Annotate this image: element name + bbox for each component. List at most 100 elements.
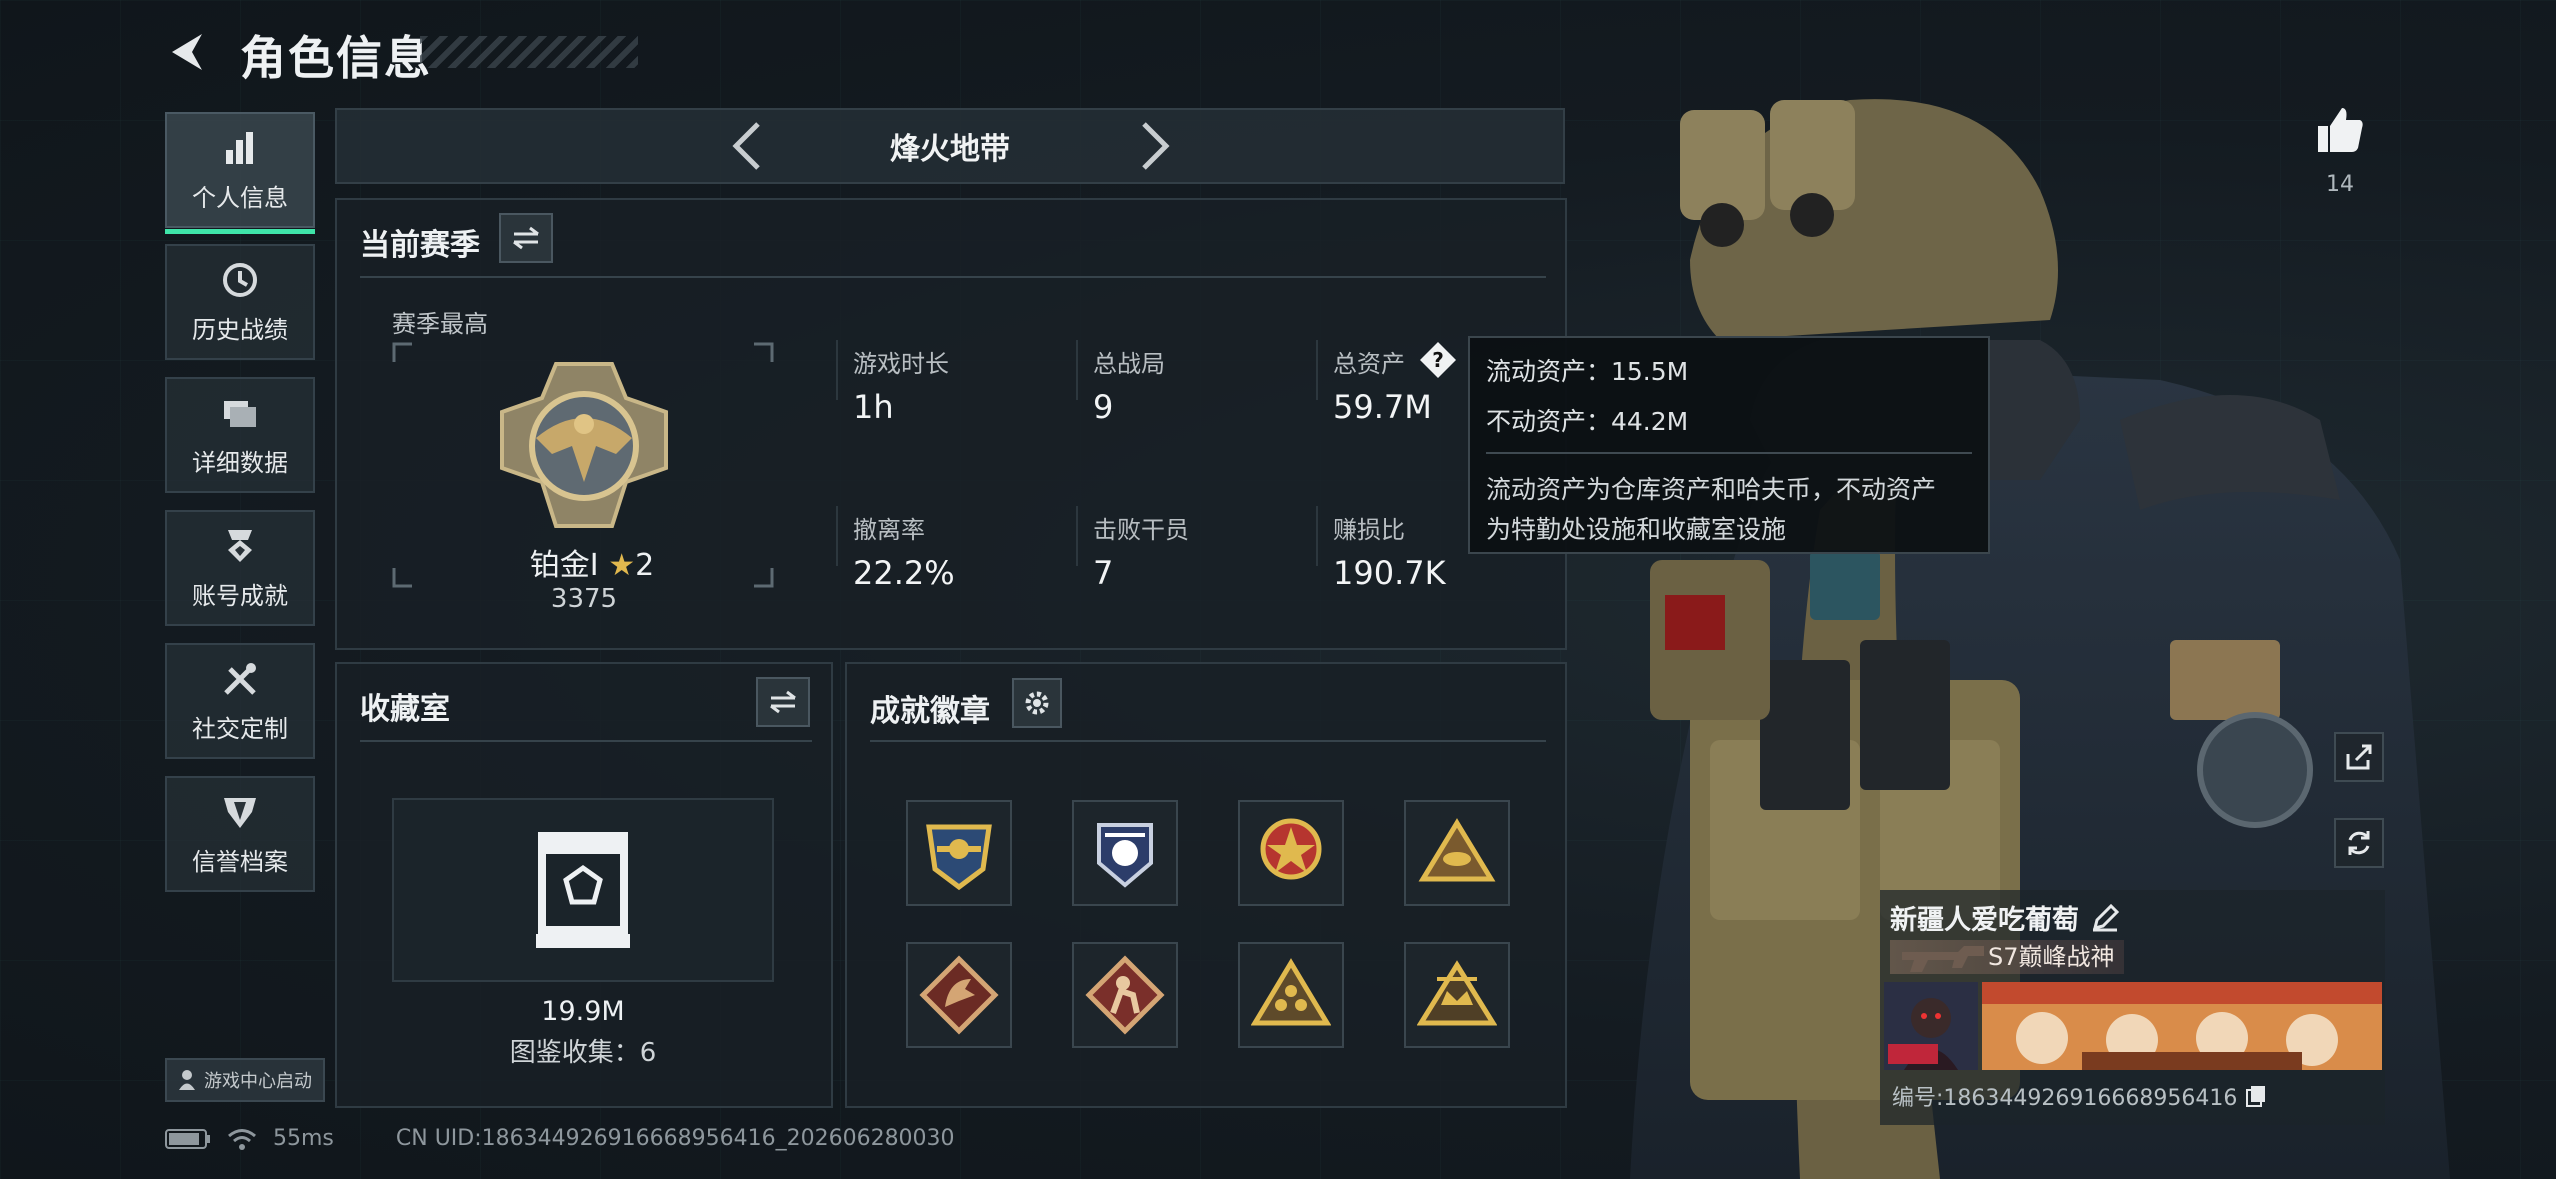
player-id: 编号:18634492691666895641​6	[1892, 1086, 2238, 1111]
display-case-icon	[536, 832, 630, 948]
achievement-badge[interactable]	[1404, 800, 1510, 906]
sidebar-item-credit-record[interactable]: 信誉档案	[165, 776, 315, 892]
history-clock-icon	[223, 262, 257, 297]
refresh-button[interactable]	[2334, 818, 2384, 868]
chevron-left-icon[interactable]	[724, 118, 772, 174]
banner-strip[interactable]	[1884, 982, 2384, 1070]
share-icon	[2346, 744, 2372, 770]
divider	[836, 506, 838, 566]
ping-value: 55ms	[273, 1126, 334, 1151]
gear-icon	[1025, 691, 1049, 715]
stat-label-extraction-rate: 撤离率	[853, 516, 925, 544]
star-emblem-icon	[1260, 818, 1322, 880]
sidebar-item-label: 个人信息	[192, 183, 288, 212]
avatar[interactable]	[1884, 982, 1978, 1070]
sidebar-item-label: 社交定制	[192, 714, 288, 743]
triangle-crown-icon	[1417, 960, 1497, 1026]
achievements-title: 成就徽章	[870, 694, 990, 729]
player-id-row: 编号:18634492691666895641​6	[1892, 1080, 2267, 1112]
achievement-badge[interactable]	[1238, 942, 1344, 1048]
season-switch-button[interactable]	[499, 213, 553, 263]
divider	[870, 740, 1546, 742]
achievement-badge[interactable]	[906, 942, 1012, 1048]
divider	[1076, 506, 1078, 566]
player-title-text: S7巅峰战神	[1988, 943, 2115, 971]
achievement-settings-button[interactable]	[1012, 678, 1062, 728]
stat-label-total-assets: 总资产	[1333, 350, 1405, 378]
person-icon	[179, 1070, 195, 1090]
tooltip-description-line-1: 流动资产为仓库资产和哈夫币，不动资产	[1486, 475, 1937, 504]
copy-icon[interactable]	[2245, 1084, 2267, 1108]
page-title: 角色信息	[240, 31, 432, 85]
stat-value-operators-defeated: 7	[1093, 554, 1114, 592]
collection-switch-button[interactable]	[756, 677, 810, 727]
achievement-badge[interactable]	[1072, 800, 1178, 906]
eagle-badge-icon	[926, 824, 992, 891]
divider	[1316, 340, 1318, 400]
sidebar-item-label: 历史战绩	[192, 315, 288, 344]
shield-wing-icon	[224, 797, 256, 828]
back-arrow-icon[interactable]	[162, 28, 210, 76]
achievement-badge[interactable]	[1072, 942, 1178, 1048]
achievement-badge[interactable]	[906, 800, 1012, 906]
weapon-icon	[1902, 946, 1984, 972]
sidebar-item-personal-info[interactable]: 个人信息	[165, 112, 315, 234]
help-question-icon[interactable]: ?	[1418, 340, 1458, 380]
mode-title: 烽火地带	[890, 132, 1010, 167]
sidebar-item-achievements[interactable]: 账号成就	[165, 510, 315, 626]
divider	[1316, 506, 1318, 566]
wifi-icon	[228, 1128, 256, 1150]
title-decoration	[420, 36, 638, 68]
sidebar-item-history[interactable]: 历史战绩	[165, 244, 315, 360]
season-title: 当前赛季	[360, 228, 480, 263]
collection-title: 收藏室	[360, 692, 450, 727]
rank-label: 铂金I ★2	[512, 540, 672, 584]
stat-label-profit-loss-ratio: 赚损比	[1333, 516, 1405, 544]
chevron-right-icon[interactable]	[1130, 118, 1178, 174]
uid-text: CN UID:18634492691666895641​6_2026062800…	[395, 1126, 955, 1151]
sidebar-item-label: 详细数据	[192, 448, 288, 477]
rank-name: 铂金I	[529, 548, 599, 583]
divider	[1486, 452, 1972, 454]
swap-icon	[770, 690, 796, 714]
stat-value-profit-loss-ratio: 190.7K	[1333, 554, 1446, 592]
sidebar-item-label: 账号成就	[192, 581, 288, 610]
triangle-eye-icon	[1418, 818, 1496, 882]
sidebar-item-social-custom[interactable]: 社交定制	[165, 643, 315, 759]
player-nickname-row: 新疆人爱吃葡萄	[1890, 898, 2119, 937]
like-count: 14	[2326, 172, 2354, 197]
divider	[1076, 340, 1078, 400]
thumbs-up-icon[interactable]	[2314, 104, 2366, 156]
bar-chart-icon	[226, 131, 253, 164]
rank-stars: 2	[635, 548, 655, 583]
stat-value-total-assets: 59.7M	[1333, 388, 1432, 426]
tools-icon	[224, 662, 256, 695]
share-button[interactable]	[2334, 732, 2384, 782]
tooltip-description-line-2: 为特勤处设施和收藏室设施	[1486, 515, 1787, 544]
folder-stack-icon	[224, 400, 256, 427]
edit-pencil-icon[interactable]	[2091, 903, 2119, 932]
achievement-badge[interactable]	[1404, 942, 1510, 1048]
player-nickname: 新疆人爱吃葡萄	[1890, 905, 2079, 936]
battery-icon	[165, 1128, 210, 1149]
status-bar: 55ms CN UID:18634492691666895641​6_20260…	[165, 1126, 955, 1151]
achievement-medal-icon	[228, 529, 252, 562]
rank-star-icon: ★	[608, 548, 636, 583]
game-center-launch-button[interactable]: 游戏中心启动	[165, 1058, 325, 1102]
refresh-icon	[2348, 831, 2370, 855]
rank-score: 3375	[550, 584, 618, 614]
triangle-team-icon	[1251, 958, 1331, 1026]
assets-tooltip: 流动资产：15.5M 不动资产：44.2M 流动资产为仓库资产和哈夫币，不动资产…	[1468, 336, 1990, 554]
stat-label-operators-defeated: 击败干员	[1093, 516, 1189, 544]
platinum-rank-emblem-icon	[500, 362, 668, 528]
stat-value-playtime: 1h	[853, 388, 894, 426]
sidebar-item-label: 信誉档案	[192, 847, 288, 876]
sidebar-item-detailed-data[interactable]: 详细数据	[165, 377, 315, 493]
achievement-badge[interactable]	[1238, 800, 1344, 906]
stat-value-extraction-rate: 22.2%	[853, 554, 955, 592]
profile-banner-image	[1982, 982, 2382, 1070]
tooltip-liquid-assets: 流动资产：15.5M	[1486, 357, 1689, 386]
launch-label: 游戏中心启动	[204, 1071, 312, 1092]
soldier-badge-icon	[1085, 955, 1165, 1035]
divider	[360, 276, 1546, 278]
